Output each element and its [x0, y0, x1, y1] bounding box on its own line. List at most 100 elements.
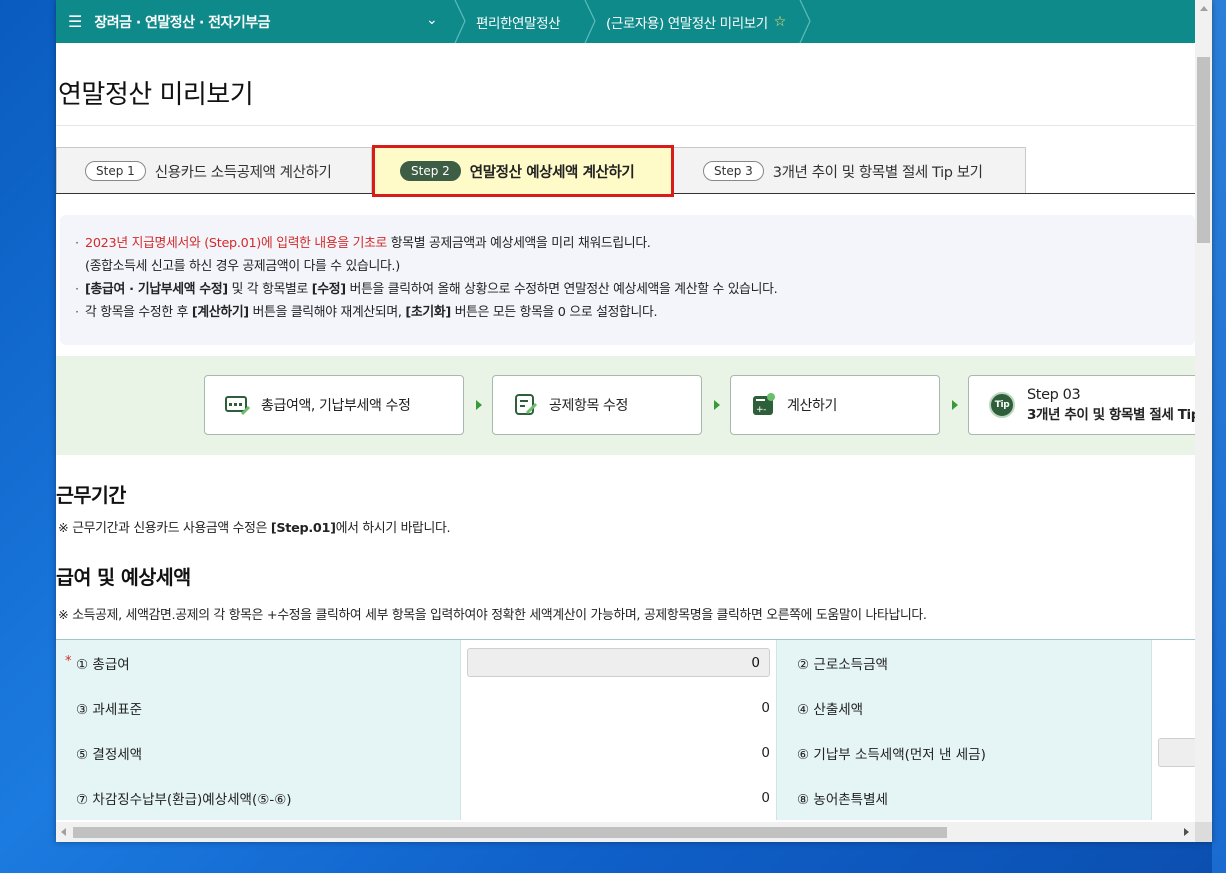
guide-line-1: 2023년 지급명세서와 (Step.01)에 입력한 내용을 기초로 항목별 …: [75, 232, 1195, 255]
guide-text: 각 항목을 수정한 후: [85, 305, 192, 320]
tip-icon-text: Tip: [989, 392, 1015, 418]
scroll-up-arrow-icon[interactable]: [1200, 6, 1208, 11]
go-step3-label: 3개년 추이 및 항목별 절세 Tip 보기: [1027, 407, 1195, 423]
hamburger-menu-icon[interactable]: ☰: [68, 12, 82, 31]
vertical-scrollbar[interactable]: [1195, 0, 1212, 822]
favorite-star-icon[interactable]: ☆: [774, 14, 787, 30]
table-row: ③ 과세표준 0 ④ 산출세액: [56, 685, 1195, 730]
prepaid-tax-cell: [1151, 730, 1195, 775]
guide-text: 버튼을 클릭해야 재계산되며,: [248, 305, 406, 320]
category-menu[interactable]: ☰ 장려금 · 연말정산 · 전자기부금: [68, 0, 456, 43]
tip-icon: Tip: [989, 392, 1015, 418]
horizontal-scroll-thumb[interactable]: [73, 827, 947, 838]
guide-bold-text: [수정]: [311, 282, 346, 297]
work-period-note: ※ 근무기간과 신용카드 사용금액 수정은 [Step.01]에서 하시기 바랍…: [58, 517, 451, 536]
label-tax-base[interactable]: ③ 과세표준: [56, 685, 460, 730]
go-step3-step: Step 03: [1027, 387, 1081, 403]
total-salary-input[interactable]: 0: [467, 648, 770, 677]
label-prepaid-tax[interactable]: ⑥ 기납부 소득세액(먼저 낸 세금): [776, 730, 1151, 775]
table-row: ⑤ 결정세액 0 ⑥ 기납부 소득세액(먼저 낸 세금): [56, 730, 1195, 775]
required-mark: *: [65, 654, 72, 669]
tab-step3-label: 3개년 추이 및 항목별 절세 Tip 보기: [772, 164, 983, 181]
edit-deductions-button[interactable]: 공제항목 수정: [492, 375, 702, 435]
guide-text: 항목별 공제금액과 예상세액을 미리 채워드립니다.: [387, 236, 651, 251]
total-salary-cell: 0: [460, 640, 776, 685]
salary-tax-table: * ① 총급여 0 ② 근로소득금액 ③ 과세표준 0 ④ 산출세액 ⑤ 결정세…: [56, 639, 1195, 820]
label-determined-tax[interactable]: ⑤ 결정세액: [56, 730, 460, 775]
edit-document-icon: [225, 393, 251, 417]
desktop-background: [1212, 0, 1226, 873]
breadcrumb-separator-icon: [584, 0, 596, 43]
rural-special-tax-value-cell: [1151, 775, 1195, 820]
table-row: ⑦ 차감징수납부(환급)예상세액(⑤-⑥) 0 ⑧ 농어촌특별세: [56, 775, 1195, 820]
browser-window: ☰ 장려금 · 연말정산 · 전자기부금 ⌄ 편리한연말정산 (근로자용) 연말…: [56, 0, 1212, 842]
section-title-work-period: 근무기간: [56, 484, 126, 507]
page-title: 연말정산 미리보기: [58, 80, 254, 110]
arrow-right-icon: [476, 400, 482, 410]
label-total-salary: ① 총급여: [76, 656, 130, 673]
table-row: * ① 총급여 0 ② 근로소득금액: [56, 640, 1195, 685]
label-rural-special-tax[interactable]: ⑧ 농어촌특별세: [776, 775, 1151, 820]
divider: [56, 125, 1195, 126]
guide-text: 및 각 항목별로: [227, 282, 312, 297]
scroll-right-arrow-icon[interactable]: [1184, 828, 1189, 836]
tab-step3[interactable]: Step 3 3개년 추이 및 항목별 절세 Tip 보기: [672, 147, 1026, 194]
step3-badge: Step 3: [703, 161, 764, 181]
chevron-down-icon[interactable]: ⌄: [426, 12, 438, 28]
guide-text: 버튼을 클릭하여 올해 상황으로 수정하면 연말정산 예상세액을 계산할 수 있…: [345, 282, 778, 297]
calculator-icon: +-: [751, 393, 777, 417]
page-viewport: ☰ 장려금 · 연말정산 · 전자기부금 ⌄ 편리한연말정산 (근로자용) 연말…: [56, 0, 1195, 822]
tab-step1-label: 신용카드 소득공제액 계산하기: [154, 164, 332, 181]
scroll-left-arrow-icon[interactable]: [61, 828, 66, 836]
category-menu-label: 장려금 · 연말정산 · 전자기부금: [94, 14, 271, 31]
breadcrumb-separator-icon: [799, 0, 811, 43]
arrow-right-icon: [714, 400, 720, 410]
table-label-cell[interactable]: * ① 총급여: [56, 640, 460, 685]
label-calculated-tax[interactable]: ④ 산출세액: [776, 685, 1151, 730]
edit-salary-tax-button[interactable]: 총급여액, 기납부세액 수정: [204, 375, 464, 435]
breadcrumb-preview-label: (근로자용) 연말정산 미리보기: [606, 15, 768, 32]
calculate-button[interactable]: +- 계산하기: [730, 375, 940, 435]
breadcrumb-separator-icon: [454, 0, 466, 43]
scrollbar-corner: [1195, 822, 1212, 842]
expected-refund-value: 0: [460, 775, 776, 820]
tab-step2-label: 연말정산 예상세액 계산하기: [469, 164, 635, 181]
breadcrumb-item-preview[interactable]: (근로자용) 연말정산 미리보기 ☆: [606, 0, 786, 43]
note-text: ※ 근무기간과 신용카드 사용금액 수정은: [58, 521, 271, 536]
edit-salary-tax-label: 총급여액, 기납부세액 수정: [261, 398, 411, 414]
action-flow-band: 총급여액, 기납부세액 수정 공제항목 수정 +- 계산하기 Tip Step …: [56, 356, 1195, 455]
note-text: 에서 하시기 바랍니다.: [335, 521, 451, 536]
breadcrumb-item-easy-settlement[interactable]: 편리한연말정산: [476, 0, 561, 43]
calculate-label: 계산하기: [787, 398, 837, 414]
guide-bold-text: [총급여 · 기납부세액 수정]: [85, 282, 228, 297]
label-expected-refund[interactable]: ⑦ 차감징수납부(환급)예상세액(⑤-⑥): [56, 775, 460, 820]
earned-income-value-cell: [1151, 640, 1195, 685]
tab-step1[interactable]: Step 1 신용카드 소득공제액 계산하기: [56, 147, 372, 194]
note-bold-text: [Step.01]: [270, 521, 336, 536]
vertical-scroll-thumb[interactable]: [1197, 57, 1210, 243]
step1-badge: Step 1: [85, 161, 146, 181]
top-navigation-bar: ☰ 장려금 · 연말정산 · 전자기부금 ⌄ 편리한연말정산 (근로자용) 연말…: [56, 0, 1195, 43]
label-earned-income[interactable]: ② 근로소득금액: [776, 640, 1151, 685]
guide-line-3: 각 항목을 수정한 후 [계산하기] 버튼을 클릭해야 재계산되며, [초기화]…: [75, 301, 1195, 324]
guide-highlight-text: 2023년 지급명세서와 (Step.01)에 입력한 내용을 기초로: [85, 236, 388, 251]
calculated-tax-value-cell: [1151, 685, 1195, 730]
edit-deductions-label: 공제항목 수정: [549, 398, 628, 414]
guide-bold-text: [계산하기]: [191, 305, 249, 320]
tab-step2[interactable]: Step 2 연말정산 예상세액 계산하기: [372, 145, 674, 197]
prepaid-tax-input[interactable]: [1158, 738, 1195, 767]
tax-base-value: 0: [460, 685, 776, 730]
arrow-right-icon: [952, 400, 958, 410]
guide-text: 버튼은 모든 항목을 0 으로 설정합니다.: [450, 305, 658, 320]
determined-tax-value: 0: [460, 730, 776, 775]
go-step3-button[interactable]: Tip Step 03 3개년 추이 및 항목별 절세 Tip 보기: [968, 375, 1195, 435]
svg-text:+-: +-: [756, 405, 766, 415]
guide-bold-text: [초기화]: [405, 305, 451, 320]
salary-tax-note: ※ 소득공제, 세액감면.공제의 각 항목은 +수정을 클릭하여 세부 항목을 …: [58, 608, 927, 623]
guide-info-box: 2023년 지급명세서와 (Step.01)에 입력한 내용을 기초로 항목별 …: [60, 215, 1195, 345]
guide-line-1-cont: (종합소득세 신고를 하신 경우 공제금액이 다를 수 있습니다.): [85, 259, 400, 274]
edit-list-icon: [513, 393, 539, 417]
guide-line-2: [총급여 · 기납부세액 수정] 및 각 항목별로 [수정] 버튼을 클릭하여 …: [75, 278, 1195, 301]
section-title-salary-tax: 급여 및 예상세액: [56, 566, 191, 589]
horizontal-scrollbar[interactable]: [56, 822, 1195, 842]
